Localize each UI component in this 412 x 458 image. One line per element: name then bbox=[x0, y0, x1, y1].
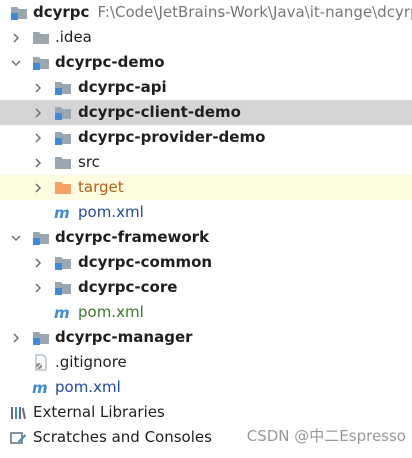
watermark-text: CSDN @中二Espresso bbox=[246, 427, 406, 445]
tree-label-gitignore: .gitignore bbox=[55, 353, 127, 371]
tree-row-fw-core[interactable]: dcyrpc-core bbox=[0, 275, 412, 300]
tree-label-fw-core: dcyrpc-core bbox=[78, 278, 178, 296]
folder-icon bbox=[54, 154, 72, 171]
tree-label-demo-provider: dcyrpc-provider-demo bbox=[78, 128, 266, 146]
tree-label-demo-target: target bbox=[78, 178, 124, 196]
svg-text:m: m bbox=[54, 204, 70, 221]
module-folder-icon bbox=[32, 329, 50, 346]
chevron-right-icon[interactable] bbox=[8, 25, 24, 50]
tree-row-fw-pom[interactable]: m pom.xml bbox=[0, 300, 412, 325]
tree-label-idea: .idea bbox=[55, 28, 92, 46]
tree-label-framework: dcyrpc-framework bbox=[55, 228, 210, 246]
excluded-folder-icon bbox=[54, 179, 72, 196]
tree-row-external-libraries[interactable]: External Libraries bbox=[0, 400, 412, 425]
scratches-icon bbox=[10, 429, 28, 446]
module-folder-icon bbox=[32, 229, 50, 246]
tree-label-demo: dcyrpc-demo bbox=[55, 53, 165, 71]
tree-label-fw-common: dcyrpc-common bbox=[78, 253, 213, 271]
chevron-right-icon[interactable] bbox=[30, 275, 46, 300]
module-folder-icon bbox=[54, 254, 72, 271]
module-folder-icon bbox=[54, 79, 72, 96]
chevron-right-icon[interactable] bbox=[30, 125, 46, 150]
module-folder-icon bbox=[54, 104, 72, 121]
tree-label-external-libraries: External Libraries bbox=[33, 403, 165, 421]
maven-icon: m bbox=[54, 304, 72, 322]
chevron-right-icon[interactable] bbox=[30, 150, 46, 175]
project-tree: dcyrpc F:\Code\JetBrains-Work\Java\it-nan… bbox=[0, 0, 412, 458]
tree-row-fw-common[interactable]: dcyrpc-common bbox=[0, 250, 412, 275]
tree-row-demo[interactable]: dcyrpc-demo bbox=[0, 50, 412, 75]
tree-row-gitignore[interactable]: .gitignore bbox=[0, 350, 412, 375]
tree-row-framework[interactable]: dcyrpc-framework bbox=[0, 225, 412, 250]
tree-label-fw-pom: pom.xml bbox=[78, 303, 144, 321]
chevron-right-icon[interactable] bbox=[30, 100, 46, 125]
tree-label-demo-pom: pom.xml bbox=[78, 203, 144, 221]
tree-row-demo-provider[interactable]: dcyrpc-provider-demo bbox=[0, 125, 412, 150]
svg-text:m: m bbox=[54, 304, 70, 321]
tree-label-demo-client: dcyrpc-client-demo bbox=[78, 103, 241, 121]
folder-icon bbox=[32, 29, 50, 46]
chevron-right-icon[interactable] bbox=[8, 325, 24, 350]
chevron-right-icon[interactable] bbox=[30, 175, 46, 200]
tree-label-scratches: Scratches and Consoles bbox=[33, 428, 212, 446]
chevron-down-icon[interactable] bbox=[8, 225, 24, 250]
maven-icon: m bbox=[54, 204, 72, 222]
module-folder-icon bbox=[32, 54, 50, 71]
module-folder-icon bbox=[54, 279, 72, 296]
tree-row-demo-src[interactable]: src bbox=[0, 150, 412, 175]
tree-row-manager[interactable]: dcyrpc-manager bbox=[0, 325, 412, 350]
module-folder-icon bbox=[10, 4, 28, 21]
project-path: F:\Code\JetBrains-Work\Java\it-nange\dcy… bbox=[97, 3, 412, 21]
tree-row-root-pom[interactable]: m pom.xml bbox=[0, 375, 412, 400]
tree-label-root: dcyrpc F:\Code\JetBrains-Work\Java\it-nan… bbox=[33, 0, 412, 25]
tree-row-idea[interactable]: .idea bbox=[0, 25, 412, 50]
module-folder-icon bbox=[54, 129, 72, 146]
tree-row-demo-target[interactable]: target bbox=[0, 175, 412, 200]
ignore-file-icon bbox=[32, 354, 50, 371]
chevron-right-icon[interactable] bbox=[30, 250, 46, 275]
libraries-icon bbox=[10, 404, 28, 421]
svg-text:m: m bbox=[32, 379, 48, 396]
tree-row-demo-api[interactable]: dcyrpc-api bbox=[0, 75, 412, 100]
tree-label-demo-src: src bbox=[78, 153, 100, 171]
tree-label-manager: dcyrpc-manager bbox=[55, 328, 193, 346]
tree-row-demo-pom[interactable]: m pom.xml bbox=[0, 200, 412, 225]
tree-row-root[interactable]: dcyrpc F:\Code\JetBrains-Work\Java\it-nan… bbox=[0, 0, 412, 25]
chevron-right-icon[interactable] bbox=[30, 75, 46, 100]
chevron-down-icon[interactable] bbox=[8, 50, 24, 75]
tree-label-demo-api: dcyrpc-api bbox=[78, 78, 167, 96]
maven-icon: m bbox=[32, 379, 50, 397]
tree-label-root-pom: pom.xml bbox=[55, 378, 121, 396]
tree-row-demo-client[interactable]: dcyrpc-client-demo bbox=[0, 100, 412, 125]
